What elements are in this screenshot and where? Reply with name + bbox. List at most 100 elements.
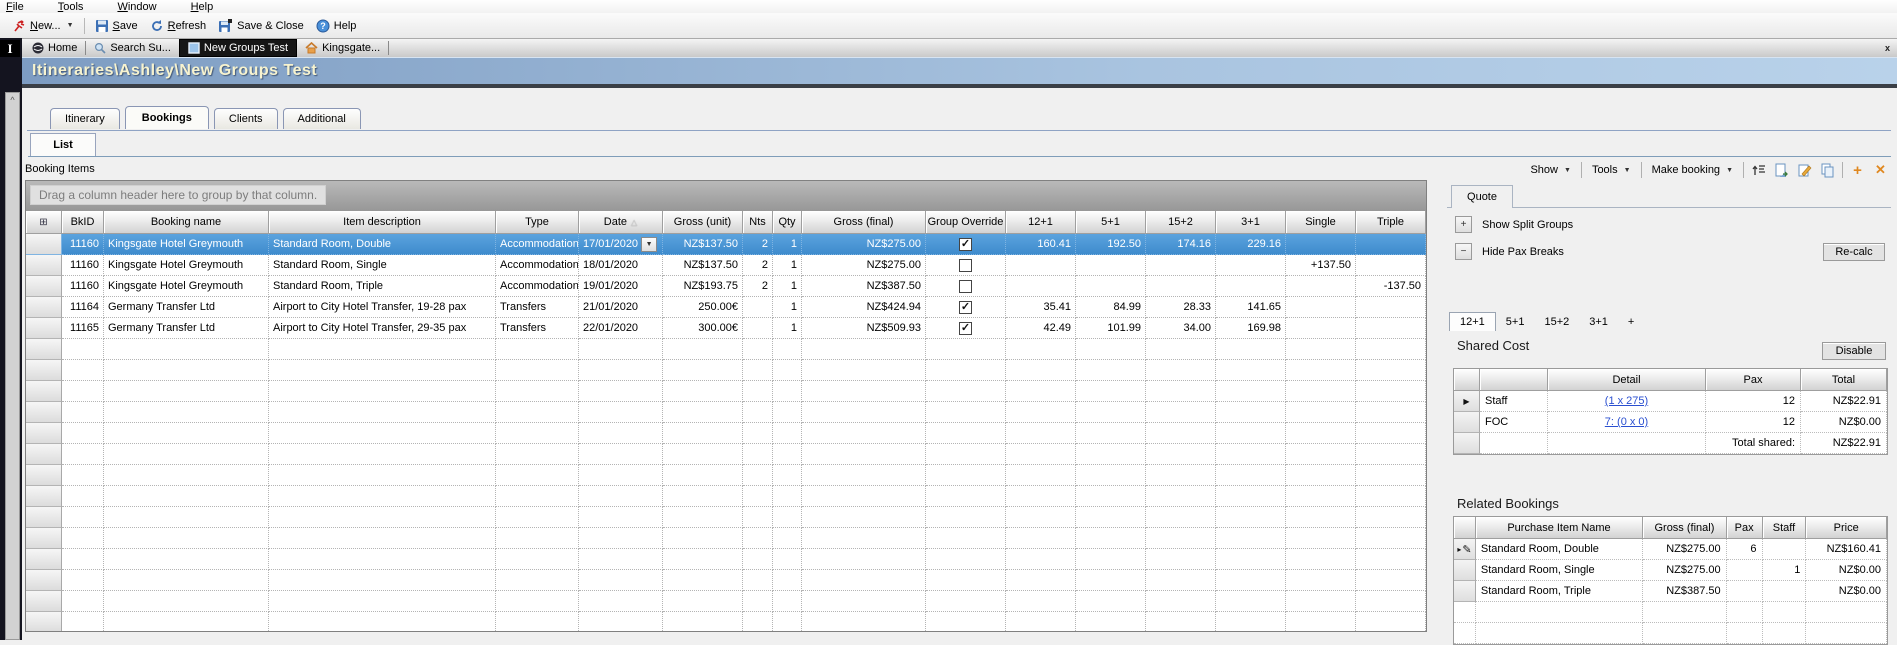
table-row[interactable]: ▸✎ Standard Room, Double NZ$275.00 6 NZ$…: [1454, 539, 1887, 560]
table-row[interactable]: 11165 Germany Transfer Ltd Airport to Ci…: [26, 318, 1426, 339]
tab-kingsgate[interactable]: Kingsgate...: [297, 39, 388, 57]
column-header-qty[interactable]: Qty: [773, 211, 802, 234]
date-dropdown-button[interactable]: ▼: [641, 237, 657, 252]
table-row[interactable]: ▶ Staff (1 x 275) 12 NZ$22.91: [1454, 391, 1887, 412]
tab-additional[interactable]: Additional: [283, 108, 361, 129]
tools-dropdown[interactable]: Tools▼: [1588, 162, 1635, 178]
pax-tab-add[interactable]: +: [1618, 313, 1644, 331]
globe-icon: [32, 42, 44, 54]
make-booking-dropdown[interactable]: Make booking▼: [1648, 162, 1737, 178]
column-header-15-2[interactable]: 15+2: [1146, 211, 1216, 234]
column-header-gross-final[interactable]: Gross (final): [802, 211, 926, 234]
group-override-checkbox[interactable]: [959, 238, 972, 251]
column-header-purchase-item-name[interactable]: Purchase Item Name: [1476, 517, 1643, 539]
menu-file[interactable]: File: [6, 1, 24, 13]
refresh-icon: [150, 19, 164, 33]
pax-tab-3-1[interactable]: 3+1: [1579, 313, 1618, 331]
tab-quote[interactable]: Quote: [1451, 185, 1513, 208]
column-header-date[interactable]: Date△: [579, 211, 663, 234]
disable-button[interactable]: Disable: [1822, 342, 1886, 360]
staff-detail-link[interactable]: (1 x 275): [1605, 395, 1648, 407]
column-header-price[interactable]: Price: [1806, 517, 1887, 539]
copy-item-icon[interactable]: [1819, 162, 1836, 178]
tab-clients[interactable]: Clients: [214, 108, 278, 129]
column-header-gross-unit[interactable]: Gross (unit): [663, 211, 743, 234]
tab-new-groups-test[interactable]: New Groups Test: [179, 39, 297, 57]
menu-window[interactable]: Window: [117, 1, 156, 13]
chevron-down-icon: ▼: [1564, 167, 1571, 174]
chevron-down-icon: ▼: [1624, 167, 1631, 174]
tab-search-suppliers[interactable]: Search Su...: [86, 39, 179, 57]
column-header-type[interactable]: Type: [496, 211, 579, 234]
pax-tab-15-2[interactable]: 15+2: [1534, 313, 1579, 331]
delete-icon[interactable]: ✕: [1872, 162, 1889, 178]
related-bookings-grid: Purchase Item Name Gross (final) Pax Sta…: [1453, 516, 1888, 645]
show-dropdown[interactable]: Show▼: [1526, 162, 1574, 178]
group-override-checkbox[interactable]: [959, 322, 972, 335]
column-header-12-1[interactable]: 12+1: [1006, 211, 1076, 234]
related-bookings-heading: Related Bookings: [1457, 496, 1559, 511]
tab-bookings[interactable]: Bookings: [125, 106, 209, 129]
column-header-triple[interactable]: Triple: [1356, 211, 1426, 234]
empty-grid-row: [26, 339, 1426, 360]
shared-cost-header-row: Detail Pax Total: [1454, 369, 1887, 391]
column-header-detail[interactable]: Detail: [1548, 369, 1706, 391]
group-by-bar[interactable]: Drag a column header here to group by th…: [26, 181, 1426, 211]
save-icon: [95, 19, 109, 33]
chevron-down-icon: ▼: [67, 22, 74, 29]
current-row-icon: ▶: [1463, 397, 1469, 406]
group-override-checkbox[interactable]: [959, 280, 972, 293]
move-top-icon[interactable]: [1750, 162, 1767, 178]
side-panel-scrollbar[interactable]: ^: [5, 92, 20, 640]
column-header-5-1[interactable]: 5+1: [1076, 211, 1146, 234]
help-button[interactable]: ? Help: [310, 17, 363, 35]
column-header-total[interactable]: Total: [1801, 369, 1887, 391]
table-row[interactable]: 11160 Kingsgate Hotel Greymouth Standard…: [26, 276, 1426, 297]
column-header-pax[interactable]: Pax: [1706, 369, 1801, 391]
add-icon[interactable]: +: [1849, 162, 1866, 178]
column-header-pax[interactable]: Pax: [1727, 517, 1763, 539]
empty-grid-row: [26, 423, 1426, 444]
chevron-up-icon[interactable]: ^: [6, 93, 19, 107]
row-selector-header[interactable]: ⊞: [26, 211, 62, 234]
insert-item-icon[interactable]: [1773, 162, 1790, 178]
table-row[interactable]: Standard Room, Triple NZ$387.50 NZ$0.00: [1454, 581, 1887, 602]
edit-item-icon[interactable]: [1796, 162, 1813, 178]
column-header-gross-final[interactable]: Gross (final): [1643, 517, 1727, 539]
pax-tab-5-1[interactable]: 5+1: [1496, 313, 1535, 331]
column-header-booking-name[interactable]: Booking name: [104, 211, 269, 234]
column-header-item-description[interactable]: Item description: [269, 211, 496, 234]
expand-icon[interactable]: +: [1455, 216, 1472, 233]
foc-detail-link[interactable]: 7: (0 x 0): [1605, 416, 1648, 428]
refresh-button[interactable]: Refresh: [144, 17, 213, 35]
save-close-button[interactable]: Save & Close: [212, 17, 310, 35]
column-header-nts[interactable]: Nts: [743, 211, 773, 234]
table-row[interactable]: 11164 Germany Transfer Ltd Airport to Ci…: [26, 297, 1426, 318]
column-header-3-1[interactable]: 3+1: [1216, 211, 1286, 234]
close-tab-icon[interactable]: x: [1882, 43, 1893, 53]
new-button[interactable]: New... ▼: [6, 17, 80, 35]
save-button[interactable]: Save: [89, 17, 144, 35]
related-bookings-header-row: Purchase Item Name Gross (final) Pax Sta…: [1454, 517, 1887, 539]
tab-itinerary[interactable]: Itinerary: [50, 108, 120, 129]
table-row[interactable]: Standard Room, Single NZ$275.00 1 NZ$0.0…: [1454, 560, 1887, 581]
collapsed-side-panel[interactable]: I ^: [0, 38, 22, 640]
table-row[interactable]: FOC 7: (0 x 0) 12 NZ$0.00: [1454, 412, 1887, 433]
table-row[interactable]: 11160 Kingsgate Hotel Greymouth Standard…: [26, 255, 1426, 276]
tab-list[interactable]: List: [30, 133, 96, 156]
column-header-staff[interactable]: Staff: [1763, 517, 1807, 539]
group-override-checkbox[interactable]: [959, 301, 972, 314]
column-header-bkid[interactable]: BkID: [62, 211, 104, 234]
column-header-single[interactable]: Single: [1286, 211, 1356, 234]
menu-tools[interactable]: Tools: [58, 1, 84, 13]
column-header-group-override[interactable]: Group Override: [926, 211, 1006, 234]
document-icon: [188, 42, 200, 54]
pax-tab-12-1[interactable]: 12+1: [1449, 312, 1496, 331]
table-row[interactable]: 11160 Kingsgate Hotel Greymouth Standard…: [26, 234, 1426, 255]
menu-help[interactable]: Help: [191, 1, 214, 13]
tab-home[interactable]: Home: [24, 39, 85, 57]
group-override-checkbox[interactable]: [959, 259, 972, 272]
empty-grid-row: [26, 465, 1426, 486]
collapse-icon[interactable]: −: [1455, 243, 1472, 260]
recalc-button[interactable]: Re-calc: [1823, 243, 1885, 261]
